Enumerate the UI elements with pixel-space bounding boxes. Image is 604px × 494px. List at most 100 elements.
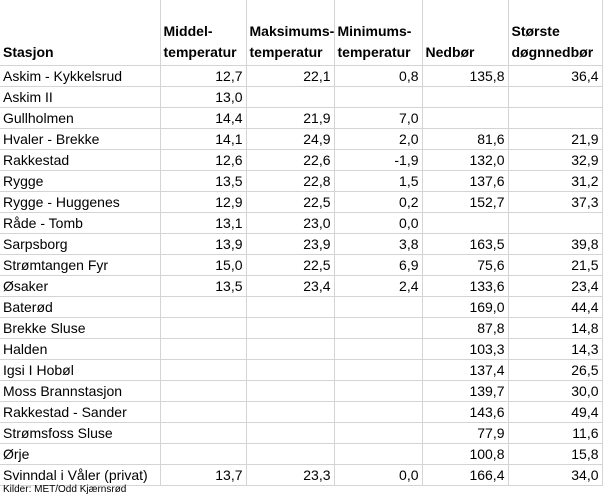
station-cell[interactable]: Rakkestad - Sander: [0, 401, 161, 423]
precip-cell[interactable]: 100,8: [422, 443, 509, 465]
max-daily-precip-cell[interactable]: 34,0: [508, 464, 603, 486]
min-temp-cell[interactable]: [334, 359, 423, 381]
precip-cell[interactable]: 87,8: [422, 317, 509, 339]
station-cell[interactable]: Øsaker: [0, 275, 161, 297]
max-daily-precip-cell[interactable]: [508, 107, 603, 129]
header-max-temp[interactable]: Maksimums-temperatur: [246, 0, 335, 66]
mean-temp-cell[interactable]: 13,9: [160, 233, 247, 255]
max-temp-cell[interactable]: 21,9: [246, 107, 335, 129]
max-daily-precip-cell[interactable]: 32,9: [508, 149, 603, 171]
max-temp-cell[interactable]: 23,4: [246, 275, 335, 297]
precip-cell[interactable]: 135,8: [422, 65, 509, 87]
max-temp-cell[interactable]: 23,0: [246, 212, 335, 234]
station-cell[interactable]: Rygge: [0, 170, 161, 192]
precip-cell[interactable]: 163,5: [422, 233, 509, 255]
min-temp-cell[interactable]: [334, 443, 423, 465]
precip-cell[interactable]: 152,7: [422, 191, 509, 213]
station-cell[interactable]: Askim - Kykkelsrud: [0, 65, 161, 87]
min-temp-cell[interactable]: 2,4: [334, 275, 423, 297]
precip-cell[interactable]: 77,9: [422, 422, 509, 444]
max-temp-cell[interactable]: [246, 401, 335, 423]
max-daily-precip-cell[interactable]: 39,8: [508, 233, 603, 255]
station-cell[interactable]: Moss Brannstasjon: [0, 380, 161, 402]
station-cell[interactable]: Hvaler - Brekke: [0, 128, 161, 150]
max-daily-precip-cell[interactable]: 14,3: [508, 338, 603, 360]
mean-temp-cell[interactable]: [160, 401, 247, 423]
precip-cell[interactable]: 103,3: [422, 338, 509, 360]
max-daily-precip-cell[interactable]: 14,8: [508, 317, 603, 339]
precip-cell[interactable]: 75,6: [422, 254, 509, 276]
station-cell[interactable]: Rygge - Huggenes: [0, 191, 161, 213]
max-temp-cell[interactable]: [246, 338, 335, 360]
max-daily-precip-cell[interactable]: 11,6: [508, 422, 603, 444]
precip-cell[interactable]: 139,7: [422, 380, 509, 402]
min-temp-cell[interactable]: [334, 422, 423, 444]
station-cell[interactable]: Baterød: [0, 296, 161, 318]
mean-temp-cell[interactable]: 14,4: [160, 107, 247, 129]
max-daily-precip-cell[interactable]: 44,4: [508, 296, 603, 318]
header-min-temp[interactable]: Minimums-temperatur: [334, 0, 423, 66]
mean-temp-cell[interactable]: 13,7: [160, 464, 247, 486]
station-cell[interactable]: Halden: [0, 338, 161, 360]
station-cell[interactable]: Svinndal i Våler (privat): [0, 464, 161, 486]
mean-temp-cell[interactable]: [160, 443, 247, 465]
min-temp-cell[interactable]: 3,8: [334, 233, 423, 255]
station-cell[interactable]: Sarpsborg: [0, 233, 161, 255]
min-temp-cell[interactable]: [334, 86, 423, 108]
max-temp-cell[interactable]: 23,9: [246, 233, 335, 255]
station-cell[interactable]: Strømtangen Fyr: [0, 254, 161, 276]
max-temp-cell[interactable]: [246, 317, 335, 339]
max-temp-cell[interactable]: [246, 359, 335, 381]
max-temp-cell[interactable]: 22,5: [246, 191, 335, 213]
station-cell[interactable]: Rakkestad: [0, 149, 161, 171]
min-temp-cell[interactable]: 1,5: [334, 170, 423, 192]
max-daily-precip-cell[interactable]: 23,4: [508, 275, 603, 297]
max-daily-precip-cell[interactable]: 21,9: [508, 128, 603, 150]
max-temp-cell[interactable]: 22,1: [246, 65, 335, 87]
precip-cell[interactable]: 166,4: [422, 464, 509, 486]
precip-cell[interactable]: [422, 86, 509, 108]
precip-cell[interactable]: 137,4: [422, 359, 509, 381]
min-temp-cell[interactable]: [334, 317, 423, 339]
min-temp-cell[interactable]: 2,0: [334, 128, 423, 150]
mean-temp-cell[interactable]: 13,1: [160, 212, 247, 234]
max-temp-cell[interactable]: 23,3: [246, 464, 335, 486]
max-daily-precip-cell[interactable]: 15,8: [508, 443, 603, 465]
mean-temp-cell[interactable]: 13,0: [160, 86, 247, 108]
precip-cell[interactable]: 169,0: [422, 296, 509, 318]
mean-temp-cell[interactable]: 13,5: [160, 170, 247, 192]
header-precipitation[interactable]: Nedbør: [422, 0, 509, 66]
precip-cell[interactable]: 133,6: [422, 275, 509, 297]
header-max-daily-precip[interactable]: Største døgnnedbør: [508, 0, 603, 66]
precip-cell[interactable]: [422, 212, 509, 234]
station-cell[interactable]: Strømsfoss Sluse: [0, 422, 161, 444]
mean-temp-cell[interactable]: [160, 296, 247, 318]
mean-temp-cell[interactable]: [160, 338, 247, 360]
header-mean-temp[interactable]: Middel-temperatur: [160, 0, 247, 66]
station-cell[interactable]: Brekke Sluse: [0, 317, 161, 339]
mean-temp-cell[interactable]: 14,1: [160, 128, 247, 150]
mean-temp-cell[interactable]: 12,9: [160, 191, 247, 213]
min-temp-cell[interactable]: 0,0: [334, 464, 423, 486]
mean-temp-cell[interactable]: 12,7: [160, 65, 247, 87]
mean-temp-cell[interactable]: [160, 422, 247, 444]
mean-temp-cell[interactable]: 12,6: [160, 149, 247, 171]
max-temp-cell[interactable]: [246, 422, 335, 444]
station-cell[interactable]: Askim II: [0, 86, 161, 108]
min-temp-cell[interactable]: -1,9: [334, 149, 423, 171]
precip-cell[interactable]: 137,6: [422, 170, 509, 192]
station-cell[interactable]: Igsi I Hobøl: [0, 359, 161, 381]
max-temp-cell[interactable]: [246, 296, 335, 318]
min-temp-cell[interactable]: 7,0: [334, 107, 423, 129]
mean-temp-cell[interactable]: [160, 380, 247, 402]
min-temp-cell[interactable]: 0,0: [334, 212, 423, 234]
min-temp-cell[interactable]: 0,2: [334, 191, 423, 213]
max-daily-precip-cell[interactable]: [508, 212, 603, 234]
max-daily-precip-cell[interactable]: 26,5: [508, 359, 603, 381]
precip-cell[interactable]: [422, 107, 509, 129]
mean-temp-cell[interactable]: 15,0: [160, 254, 247, 276]
min-temp-cell[interactable]: [334, 380, 423, 402]
precip-cell[interactable]: 143,6: [422, 401, 509, 423]
max-daily-precip-cell[interactable]: 21,5: [508, 254, 603, 276]
max-daily-precip-cell[interactable]: 49,4: [508, 401, 603, 423]
